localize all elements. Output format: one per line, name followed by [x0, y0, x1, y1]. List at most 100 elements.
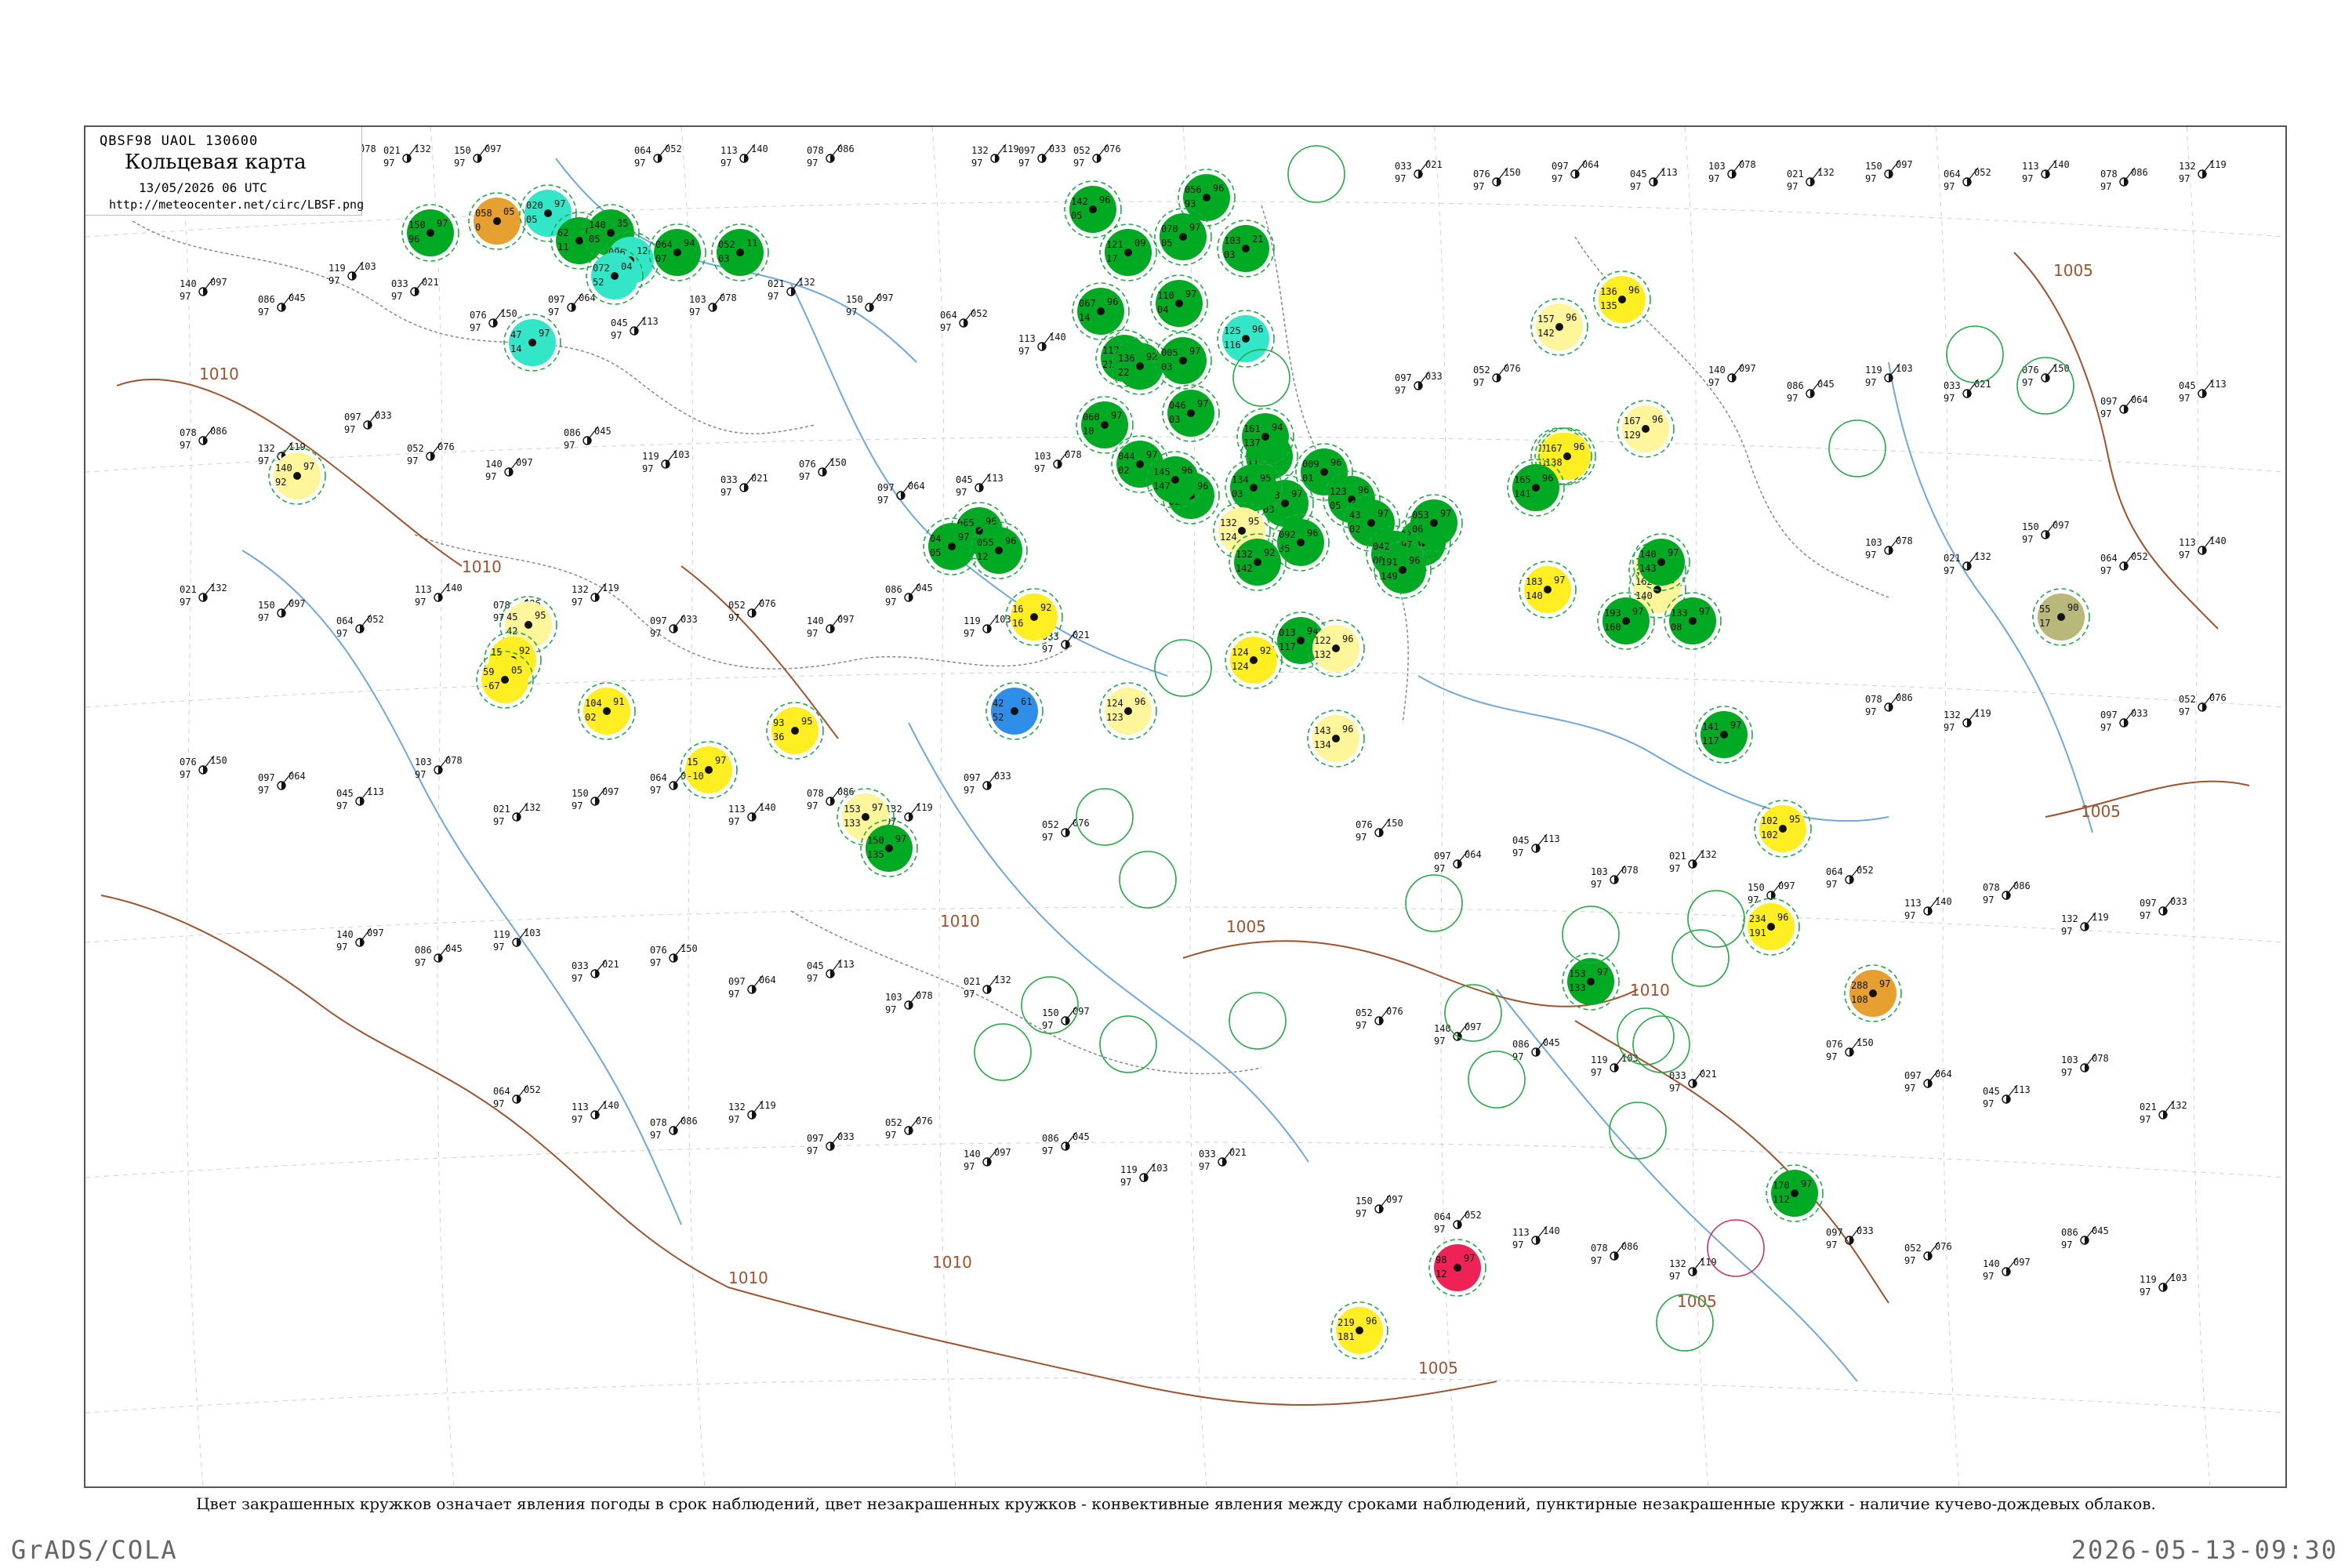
weather-station-fog[interactable]: 93 95 36	[766, 702, 824, 760]
synoptic-map[interactable]: 1010 1010 1010 1005 1005 1005 1005 1010 1010 1010…	[84, 125, 2287, 1488]
weather-station-rain[interactable]: 141 97 117	[1695, 706, 1753, 764]
weather-station-rain[interactable]: 150 97 135	[860, 819, 918, 877]
station-dot	[1242, 245, 1250, 252]
weather-station-rain[interactable]: 067 96 14	[1072, 282, 1130, 340]
convective-ring[interactable]	[1287, 145, 1345, 203]
weather-station-haze[interactable]: 122 96 132	[1307, 619, 1365, 677]
convective-ring[interactable]	[1946, 325, 2004, 383]
weather-station-fog[interactable]: 15 97 -10	[680, 741, 738, 799]
station-value: 076	[1504, 363, 1521, 374]
station-value: 134	[1232, 474, 1249, 485]
source-url[interactable]: http://meteocenter.net/circ/LBSF.png	[109, 198, 364, 212]
convective-ring[interactable]	[974, 1023, 1032, 1081]
weather-station-haze[interactable]: 167 96 129	[1617, 400, 1675, 458]
weather-station-fog[interactable]: 124 92 124	[1225, 631, 1283, 689]
station-value: 052	[407, 443, 424, 454]
weather-station-rain[interactable]: 170 97 112	[1766, 1164, 1824, 1222]
station-plot: 021 132 97	[383, 143, 431, 169]
station-value: 021	[1425, 159, 1443, 170]
station-value: 96	[1252, 324, 1263, 335]
weather-station-rain[interactable]: 150 97 96	[401, 204, 459, 262]
station-value: 097	[289, 598, 306, 609]
weather-station-mist[interactable]: 55 90 17	[2032, 588, 2090, 646]
station-plot: 078 086 97	[180, 426, 227, 451]
weather-station-rain[interactable]: 133 97 08	[1664, 592, 1722, 650]
station-value: 078	[1065, 449, 1082, 460]
weather-station-rain[interactable]: 153 97 133	[1562, 953, 1620, 1011]
weather-station-dust[interactable]: 058 05 0	[468, 192, 526, 250]
station-value: 97	[971, 158, 982, 169]
weather-station-rain[interactable]: 064 94 07	[648, 223, 706, 281]
convective-ring[interactable]	[1687, 890, 1745, 948]
station-value: 033	[837, 1131, 855, 1142]
station-dot	[995, 546, 1003, 554]
station-value: 97	[415, 769, 426, 780]
convective-ring[interactable]	[1562, 906, 1620, 964]
station-value: 150	[210, 755, 227, 766]
convective-ring[interactable]	[1828, 419, 1886, 477]
station-value: 94	[684, 238, 695, 249]
station-plot: 086 045 97	[1787, 379, 1835, 404]
weather-station-rain[interactable]: 060 97 10	[1076, 396, 1134, 454]
station-value: 076	[759, 598, 776, 609]
weather-station-haze[interactable]: 140 97 92	[268, 447, 326, 505]
weather-station-rain[interactable]: 110 97 04	[1150, 274, 1208, 332]
station-dot	[1767, 923, 1775, 931]
station-value: 021	[751, 473, 768, 484]
weather-station-rain[interactable]: 055 96 12	[970, 521, 1028, 579]
weather-station-drizzle[interactable]: 125 96 116	[1217, 310, 1275, 368]
weather-station-haze[interactable]: 157 96 142	[1530, 298, 1588, 356]
weather-station-fog[interactable]: 136 96 135	[1593, 270, 1651, 328]
station-value: 97	[846, 307, 857, 318]
weather-station-rain[interactable]: 142 96 05	[1064, 180, 1122, 238]
station-plot: 097 033 97	[2140, 896, 2187, 921]
station-value: 97	[180, 291, 191, 302]
convective-ring[interactable]	[1671, 929, 1730, 987]
weather-station-drizzle[interactable]: 47 97 14	[503, 314, 561, 372]
station-value: 132	[414, 143, 431, 154]
weather-station-fog[interactable]: 102 95 102	[1754, 800, 1812, 858]
convective-ring[interactable]	[1076, 788, 1134, 846]
weather-station-rain[interactable]: 103 21 03	[1217, 220, 1275, 278]
convective-ring[interactable]	[1632, 1015, 1690, 1073]
station-value: 046	[1169, 400, 1186, 411]
weather-station-fog[interactable]: 219 96 181	[1330, 1301, 1388, 1359]
station-plot: 132 119 97	[971, 143, 1019, 169]
thunderstorm-ring[interactable]	[1707, 1219, 1765, 1277]
convective-ring[interactable]	[1229, 992, 1287, 1050]
weather-station-rain[interactable]: 136 9222	[1111, 337, 1169, 395]
convective-ring[interactable]	[1609, 1102, 1667, 1160]
convective-ring[interactable]	[1154, 639, 1212, 697]
station-value: 113	[2022, 161, 2039, 172]
station-value: 140	[602, 1100, 619, 1111]
convective-ring[interactable]	[1119, 851, 1177, 909]
station-value: 150	[408, 220, 426, 230]
station-value: 12	[637, 245, 648, 256]
weather-station-fog[interactable]: 183 97 140	[1519, 561, 1577, 619]
weather-station-rain[interactable]: 046 97 03	[1162, 384, 1220, 442]
station-value: 97	[1865, 550, 1876, 561]
weather-station-rain[interactable]: 052 11 03	[711, 223, 769, 281]
convective-ring[interactable]	[1232, 349, 1290, 407]
station-value: 17	[1106, 253, 1117, 264]
weather-station-haze[interactable]: 143 96 134	[1307, 710, 1365, 768]
weather-station-thunder[interactable]: 98 97 12	[1428, 1239, 1486, 1297]
weather-station-haze[interactable]: 124 96 123	[1099, 682, 1157, 740]
weather-station-shower[interactable]: 42 61 52	[985, 682, 1044, 740]
station-dot	[1254, 558, 1261, 566]
weather-station-rain[interactable]: 140 97 143	[1632, 533, 1690, 591]
convective-ring[interactable]	[1099, 1015, 1157, 1073]
weather-station-dust[interactable]: 288 97 108	[1844, 964, 1902, 1022]
weather-station-rain[interactable]: 005 97 03	[1154, 332, 1212, 390]
station-value: 045	[1073, 1131, 1090, 1142]
station-value: 045	[2092, 1225, 2109, 1236]
station-value: 97	[807, 973, 818, 984]
station-value: 097	[485, 143, 502, 154]
weather-station-fog[interactable]: 104 91 02	[578, 682, 636, 740]
convective-ring[interactable]	[1468, 1051, 1526, 1109]
weather-station-fog[interactable]: 234 96 191	[1742, 898, 1800, 956]
station-plot: 119 10397	[1591, 1053, 1639, 1078]
convective-ring[interactable]	[1444, 984, 1502, 1042]
convective-ring[interactable]	[1405, 874, 1463, 932]
weather-station-rain[interactable]: 121 09 17	[1099, 223, 1157, 281]
